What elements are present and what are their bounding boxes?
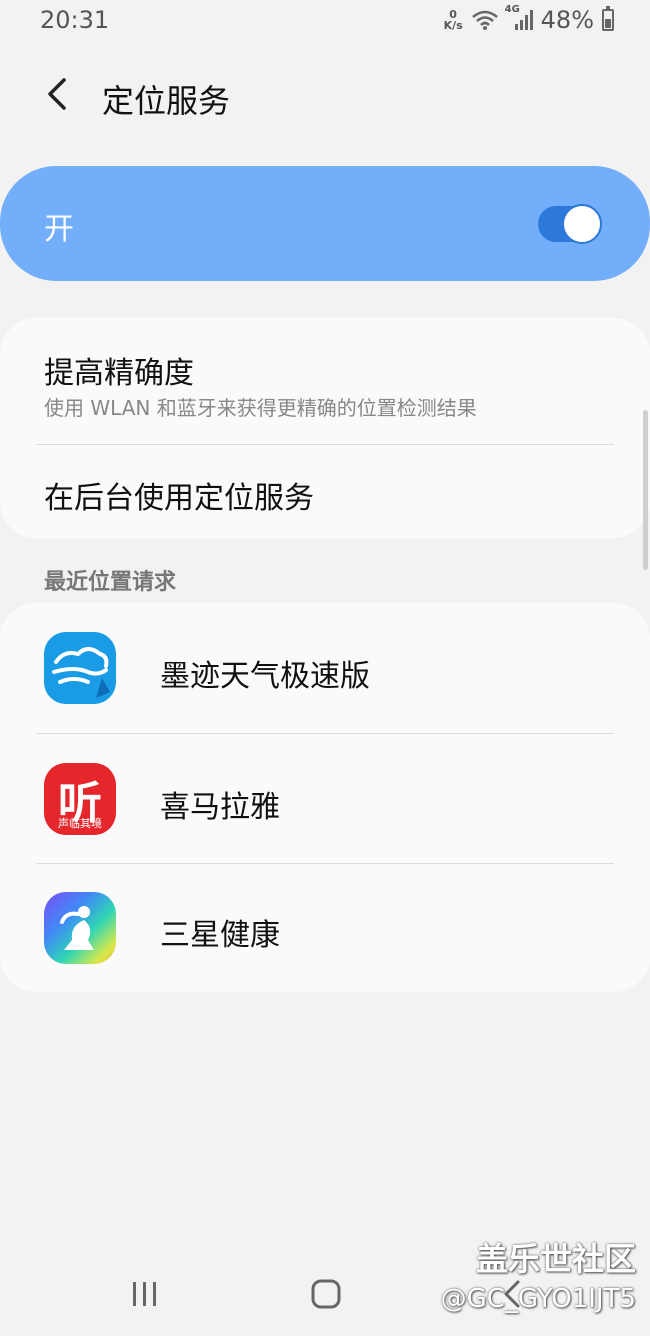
toggle-knob bbox=[562, 204, 602, 244]
samsung-health-icon bbox=[44, 892, 116, 964]
status-icons: 0 K/s 4G 48% bbox=[444, 4, 614, 34]
app-name: 三星健康 bbox=[160, 918, 280, 953]
recent-apps-icon[interactable] bbox=[130, 1280, 160, 1308]
location-toggle[interactable] bbox=[538, 204, 602, 244]
battery-icon bbox=[602, 6, 614, 31]
wifi-icon bbox=[471, 10, 498, 30]
status-time: 20:31 bbox=[40, 6, 110, 34]
net-speed-indicator: 0 K/s bbox=[444, 9, 463, 31]
ximalaya-icon: 听 声临其境 bbox=[44, 763, 116, 835]
ximalaya-icon-caption: 声临其境 bbox=[58, 817, 102, 830]
setting-background-location[interactable]: 在后台使用定位服务 bbox=[0, 445, 650, 538]
net-speed-unit: K/s bbox=[443, 19, 463, 32]
setting-improve-accuracy[interactable]: 提高精确度 使用 WLAN 和蓝牙来获得更精确的位置检测结果 bbox=[0, 318, 650, 444]
recent-requests-card: 墨迹天气极速版 听 声临其境 喜马拉雅 三星健康 bbox=[0, 603, 650, 992]
battery-fill bbox=[605, 19, 611, 28]
app-name: 喜马拉雅 bbox=[160, 790, 280, 825]
status-bar: 20:31 0 K/s 4G 48% bbox=[0, 0, 650, 46]
section-header-recent-requests: 最近位置请求 bbox=[44, 570, 177, 595]
watermark-user: @GC_GYO1IJT5 bbox=[440, 1284, 636, 1314]
switch-label: 开 bbox=[44, 212, 74, 247]
list-item[interactable]: 听 声临其境 喜马拉雅 bbox=[0, 734, 650, 863]
location-master-switch[interactable]: 开 bbox=[0, 166, 650, 281]
page-title: 定位服务 bbox=[102, 82, 231, 120]
list-item[interactable]: 三星健康 bbox=[0, 864, 650, 992]
setting-subtitle: 使用 WLAN 和蓝牙来获得更精确的位置检测结果 bbox=[44, 396, 477, 420]
chevron-left-icon[interactable] bbox=[40, 74, 76, 114]
signal-icon bbox=[514, 10, 533, 30]
scrollbar[interactable] bbox=[643, 410, 648, 570]
cellular-indicator: 4G bbox=[505, 4, 533, 32]
watermark-site: 盖乐世社区 bbox=[475, 1240, 636, 1278]
app-bar: 定位服务 bbox=[0, 60, 650, 132]
list-item[interactable]: 墨迹天气极速版 bbox=[0, 603, 650, 733]
setting-title: 在后台使用定位服务 bbox=[44, 481, 314, 516]
battery-percent: 48% bbox=[540, 6, 594, 34]
settings-card: 提高精确度 使用 WLAN 和蓝牙来获得更精确的位置检测结果 在后台使用定位服务 bbox=[0, 318, 650, 538]
home-icon[interactable] bbox=[310, 1278, 342, 1310]
setting-title: 提高精确度 bbox=[44, 356, 194, 391]
app-name: 墨迹天气极速版 bbox=[160, 659, 370, 694]
moji-weather-icon bbox=[44, 632, 116, 704]
